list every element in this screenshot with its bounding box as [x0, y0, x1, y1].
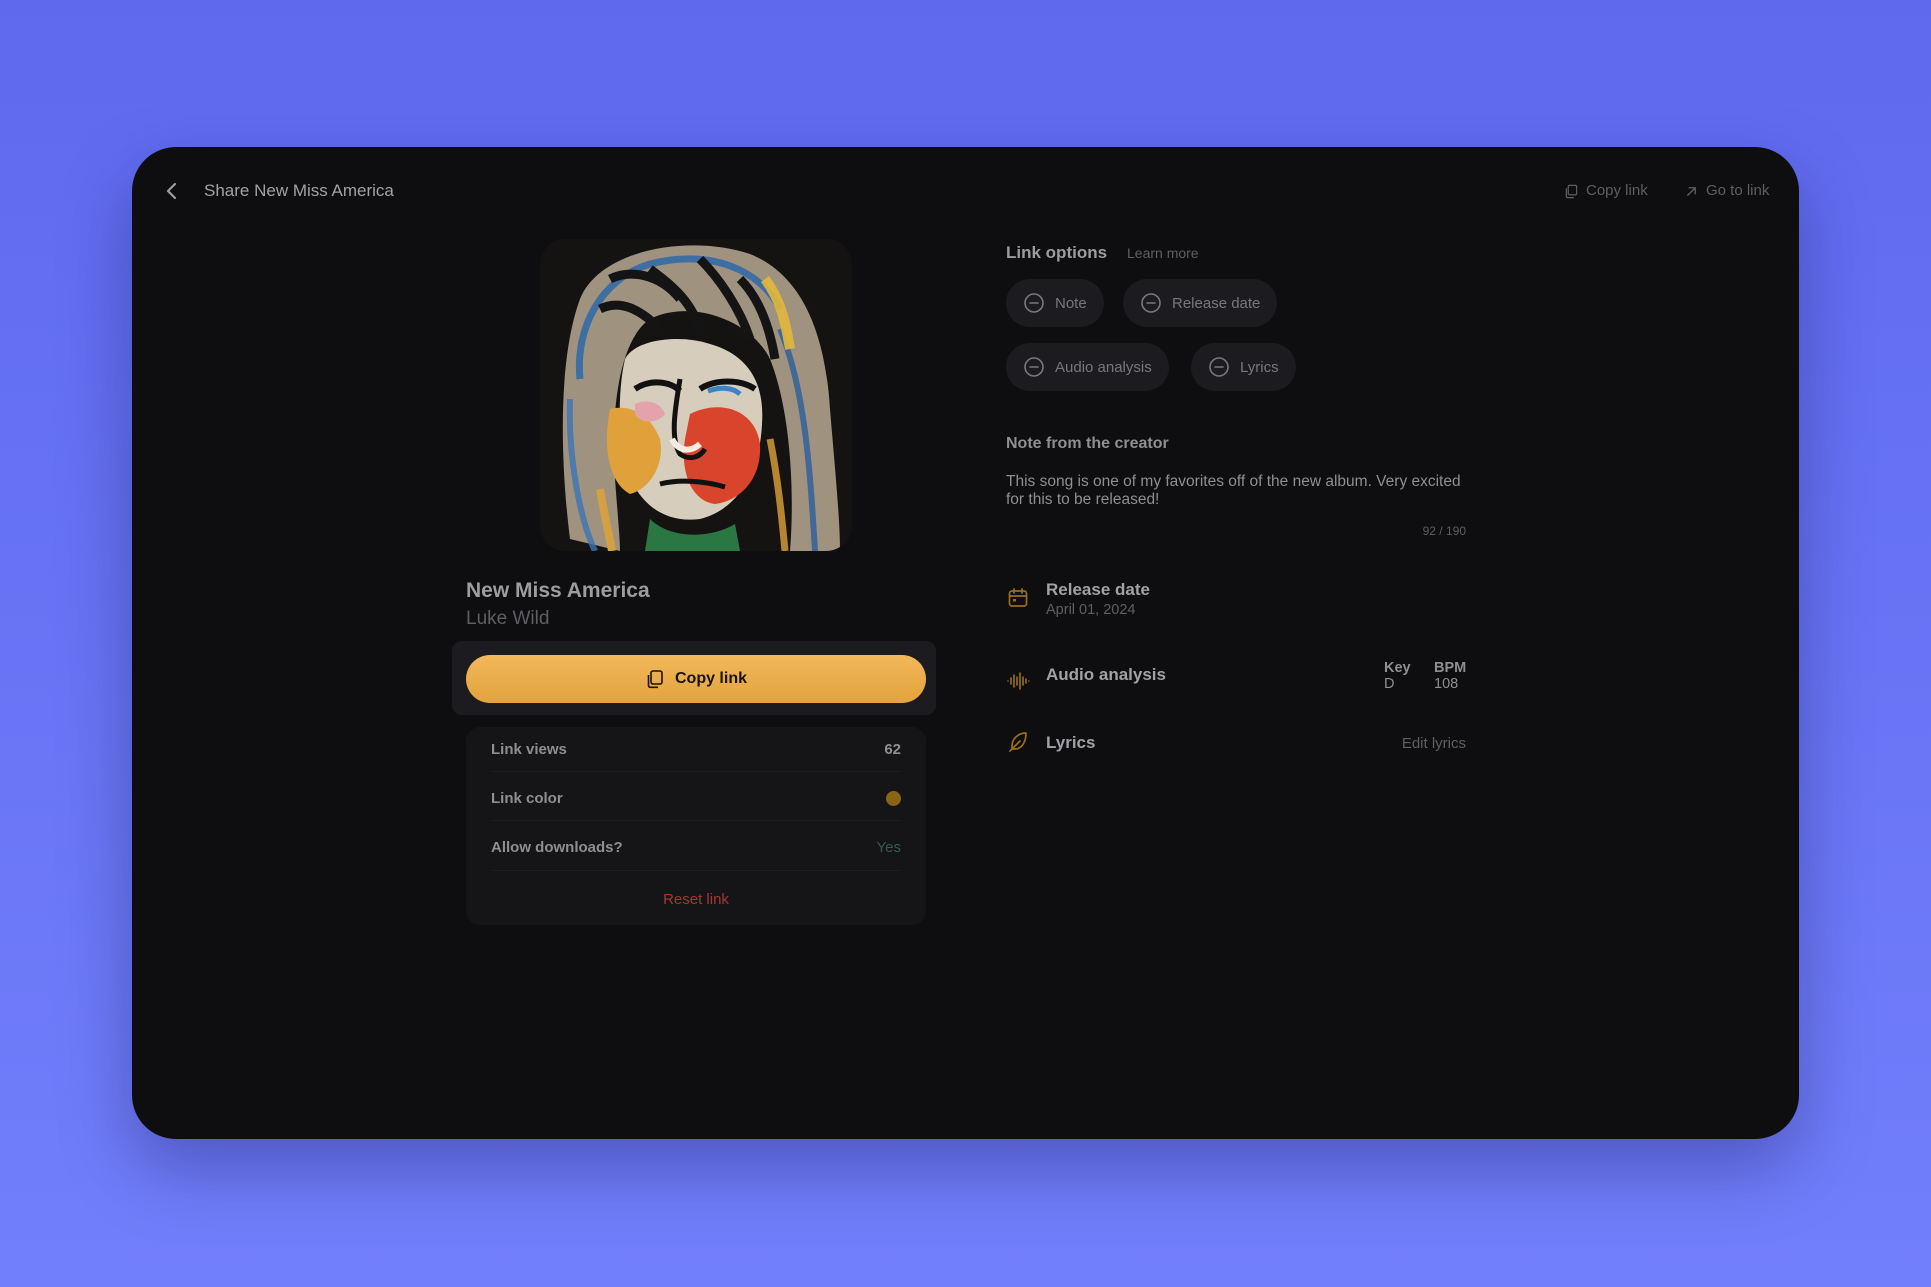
minus-circle-icon — [1209, 357, 1229, 377]
album-cover-image — [540, 239, 852, 551]
header-go-to-link-label: Go to link — [1706, 182, 1770, 199]
pill-release-date[interactable]: Release date — [1123, 279, 1278, 327]
stat-row-allow-downloads[interactable]: Allow downloads? Yes — [491, 825, 901, 869]
divider — [491, 820, 901, 821]
divider — [491, 870, 901, 871]
share-window: Share New Miss America Copy link Go to l… — [132, 147, 1799, 1139]
back-chevron-icon[interactable] — [160, 179, 184, 203]
divider — [491, 771, 901, 772]
header-go-to-link-button[interactable]: Go to link — [1684, 179, 1769, 203]
note-character-counter: 92 / 190 — [1422, 524, 1466, 538]
audio-analysis-title: Audio analysis — [1046, 665, 1166, 684]
pill-note-label: Note — [1055, 294, 1087, 312]
reset-link-button[interactable]: Reset link — [466, 891, 926, 908]
audio-key: Key D — [1384, 660, 1411, 692]
pill-release-date-label: Release date — [1172, 294, 1261, 312]
audio-key-value: D — [1384, 676, 1395, 692]
pill-audio-analysis-label: Audio analysis — [1055, 358, 1152, 376]
audio-bpm: BPM 108 — [1434, 660, 1466, 692]
release-date-value: April 01, 2024 — [1046, 602, 1136, 618]
header-copy-link-button[interactable]: Copy link — [1564, 179, 1648, 203]
link-options-title: Link options — [1006, 243, 1108, 262]
minus-circle-icon — [1141, 293, 1161, 313]
link-stats-panel: Link views 62 Link color Allow downloads… — [466, 727, 926, 925]
copy-icon — [1565, 184, 1578, 198]
copy-link-label: Copy link — [674, 670, 747, 687]
audio-bpm-value: 108 — [1434, 676, 1459, 692]
learn-more-link[interactable]: Learn more — [1127, 245, 1199, 261]
copy-icon — [647, 670, 663, 689]
pill-audio-analysis[interactable]: Audio analysis — [1006, 343, 1169, 391]
audio-key-label: Key — [1384, 660, 1411, 676]
page-title: Share New Miss America — [204, 181, 394, 200]
header-copy-link-label: Copy link — [1586, 182, 1648, 199]
note-title: Note from the creator — [1006, 435, 1169, 452]
minus-circle-icon — [1024, 357, 1044, 377]
copy-link-button[interactable]: Copy link — [466, 655, 926, 703]
pill-lyrics[interactable]: Lyrics — [1191, 343, 1296, 391]
lyrics-title: Lyrics — [1046, 733, 1096, 752]
calendar-icon — [1006, 586, 1030, 610]
feather-pen-icon — [1006, 729, 1030, 753]
copy-link-container: Copy link — [452, 641, 936, 715]
audio-bpm-label: BPM — [1434, 660, 1467, 676]
allow-downloads-value[interactable]: Yes — [877, 839, 901, 856]
edit-lyrics-link[interactable]: Edit lyrics — [1332, 735, 1466, 752]
stat-row-link-views: Link views 62 — [491, 727, 901, 771]
pill-lyrics-label: Lyrics — [1240, 358, 1279, 376]
minus-circle-icon — [1024, 293, 1044, 313]
pill-note[interactable]: Note — [1006, 279, 1104, 327]
link-views-value: 62 — [884, 740, 901, 758]
note-textarea[interactable]: This song is one of my favorites off of … — [1006, 473, 1466, 509]
stat-row-link-color[interactable]: Link color — [491, 776, 901, 820]
arrow-up-right-icon — [1687, 186, 1696, 196]
waveform-icon — [1006, 669, 1030, 693]
allow-downloads-label: Allow downloads? — [491, 838, 623, 856]
link-color-label: Link color — [491, 789, 563, 807]
artist-name: Luke Wild — [466, 608, 550, 629]
link-color-swatch[interactable] — [886, 790, 901, 806]
link-views-label: Link views — [491, 740, 567, 758]
song-title: New Miss America — [466, 579, 650, 602]
release-date-title: Release date — [1046, 580, 1150, 599]
